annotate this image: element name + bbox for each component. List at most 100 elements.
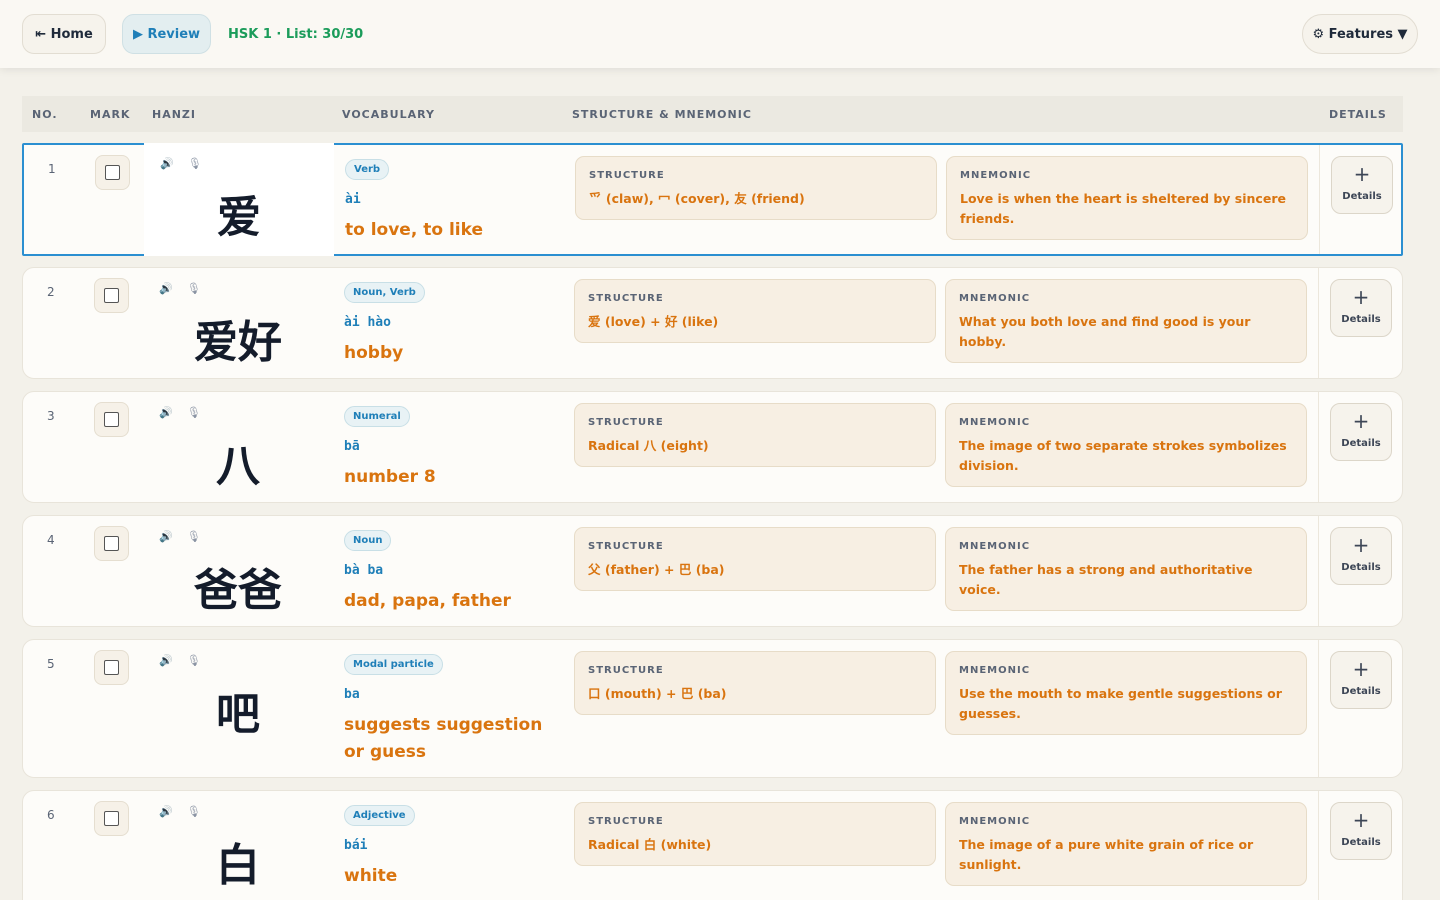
pinyin: ài (345, 192, 361, 207)
microphone-icon[interactable]: 🎙 (187, 406, 201, 419)
mark-checkbox[interactable] (94, 650, 129, 685)
structure-card: STRUCTURE 口 (mouth) + 巴 (ba) (574, 651, 936, 715)
checkbox-square (104, 288, 119, 303)
structure-label: STRUCTURE (588, 816, 664, 827)
hanzi-cell: 🔊 🎙 爱 (144, 143, 334, 256)
speaker-icon[interactable]: 🔊 (159, 530, 173, 543)
features-dropdown[interactable]: ⚙ Features ▼ (1302, 14, 1418, 54)
details-button[interactable]: + Details (1330, 651, 1392, 709)
row-number: 5 (47, 657, 55, 671)
details-divider (1318, 516, 1319, 626)
meaning: dad, papa, father (344, 591, 511, 611)
structure-text: Radical 白 (white) (588, 837, 712, 852)
mnemonic-text: The image of a pure white grain of rice … (959, 837, 1254, 872)
structure-text: 口 (mouth) + 巴 (ba) (588, 686, 727, 701)
microphone-icon[interactable]: 🎙 (187, 530, 201, 543)
details-divider (1318, 640, 1319, 777)
table-row[interactable]: 4 🔊 🎙 爸爸 Noun bà ba dad, papa, father ST… (22, 515, 1403, 627)
home-button[interactable]: ⇤ Home (22, 14, 106, 54)
vocabulary-cell: Noun, Verb ài hào hobby (344, 280, 559, 367)
hanzi-character: 八 (216, 441, 260, 492)
pinyin: bà ba (344, 563, 384, 578)
pinyin: ba (344, 687, 360, 702)
table-row[interactable]: 2 🔊 🎙 爱好 Noun, Verb ài hào hobby STRUCTU… (22, 267, 1403, 379)
hanzi-character: 白 (216, 840, 260, 891)
hanzi-cell: 🔊 🎙 吧 (143, 640, 333, 777)
meaning: suggests suggestion or guess (344, 715, 543, 762)
meaning: white (344, 866, 398, 886)
details-button[interactable]: + Details (1331, 156, 1393, 214)
column-header-mark: MARK (90, 108, 131, 121)
structure-card: STRUCTURE Radical 八 (eight) (574, 403, 936, 467)
hanzi-cell: 🔊 🎙 爸爸 (143, 516, 333, 626)
plus-icon: + (1353, 162, 1371, 186)
part-of-speech-badge: Modal particle (344, 654, 443, 675)
plus-icon: + (1352, 657, 1370, 681)
speaker-icon[interactable]: 🔊 (159, 654, 173, 667)
plus-icon: + (1352, 285, 1370, 309)
vocabulary-cell: Numeral bā number 8 (344, 404, 559, 491)
microphone-icon[interactable]: 🎙 (187, 805, 201, 818)
mnemonic-card: MNEMONIC The father has a strong and aut… (945, 527, 1307, 611)
speaker-icon[interactable]: 🔊 (160, 157, 174, 170)
row-number: 6 (47, 808, 55, 822)
mnemonic-label: MNEMONIC (960, 170, 1032, 181)
structure-label: STRUCTURE (588, 417, 664, 428)
pinyin: bā (344, 439, 360, 454)
details-divider (1318, 268, 1319, 378)
row-number: 1 (48, 162, 56, 176)
structure-card: STRUCTURE 父 (father) + 巴 (ba) (574, 527, 936, 591)
mnemonic-text: The image of two separate strokes symbol… (959, 438, 1287, 473)
structure-label: STRUCTURE (588, 293, 664, 304)
structure-text: Radical 八 (eight) (588, 438, 709, 453)
plus-icon: + (1352, 533, 1370, 557)
microphone-icon[interactable]: 🎙 (187, 282, 201, 295)
mark-checkbox[interactable] (94, 402, 129, 437)
top-toolbar: ⇤ Home ▶ Review HSK 1 · List: 30/30 ⚙ Fe… (0, 0, 1440, 68)
microphone-icon[interactable]: 🎙 (187, 654, 201, 667)
structure-card: STRUCTURE Radical 白 (white) (574, 802, 936, 866)
details-label: Details (1341, 438, 1381, 449)
list-info: HSK 1 · List: 30/30 (228, 26, 364, 42)
hanzi-cell: 🔊 🎙 八 (143, 392, 333, 502)
checkbox-square (104, 811, 119, 826)
column-header-structure: STRUCTURE & MNEMONIC (572, 108, 752, 121)
speaker-icon[interactable]: 🔊 (159, 282, 173, 295)
review-button[interactable]: ▶ Review (122, 14, 211, 54)
structure-text: 爱 (love) + 好 (like) (588, 314, 719, 329)
column-header-hanzi: HANZI (152, 108, 196, 121)
structure-text: 父 (father) + 巴 (ba) (588, 562, 725, 577)
details-button[interactable]: + Details (1330, 403, 1392, 461)
mark-checkbox[interactable] (94, 801, 129, 836)
mnemonic-label: MNEMONIC (959, 417, 1031, 428)
table-row[interactable]: 6 🔊 🎙 白 Adjective bái white STRUCTURE Ra… (22, 790, 1403, 900)
speaker-icon[interactable]: 🔊 (159, 406, 173, 419)
table-row[interactable]: 1 🔊 🎙 爱 Verb ài to love, to like STRUCTU… (22, 143, 1403, 256)
mnemonic-label: MNEMONIC (959, 816, 1031, 827)
mark-checkbox[interactable] (94, 278, 129, 313)
mnemonic-text: Use the mouth to make gentle suggestions… (959, 686, 1282, 721)
table-header: NO. MARK HANZI VOCABULARY STRUCTURE & MN… (22, 96, 1403, 132)
details-divider (1319, 145, 1320, 254)
details-label: Details (1342, 191, 1382, 202)
details-label: Details (1341, 686, 1381, 697)
speaker-icon[interactable]: 🔊 (159, 805, 173, 818)
details-button[interactable]: + Details (1330, 527, 1392, 585)
mnemonic-card: MNEMONIC What you both love and find goo… (945, 279, 1307, 363)
mnemonic-text: The father has a strong and authoritativ… (959, 562, 1253, 597)
microphone-icon[interactable]: 🎙 (188, 157, 202, 170)
mark-checkbox[interactable] (95, 155, 130, 190)
table-row[interactable]: 3 🔊 🎙 八 Numeral bā number 8 STRUCTURE Ra… (22, 391, 1403, 503)
details-button[interactable]: + Details (1330, 802, 1392, 860)
table-row[interactable]: 5 🔊 🎙 吧 Modal particle ba suggests sugge… (22, 639, 1403, 778)
mnemonic-card: MNEMONIC The image of a pure white grain… (945, 802, 1307, 886)
details-button[interactable]: + Details (1330, 279, 1392, 337)
checkbox-square (105, 165, 120, 180)
hanzi-cell: 🔊 🎙 爱好 (143, 268, 333, 378)
mark-checkbox[interactable] (94, 526, 129, 561)
details-label: Details (1341, 837, 1381, 848)
details-label: Details (1341, 314, 1381, 325)
mnemonic-card: MNEMONIC Love is when the heart is shelt… (946, 156, 1308, 240)
mnemonic-label: MNEMONIC (959, 665, 1031, 676)
hanzi-character: 爸爸 (194, 565, 282, 616)
